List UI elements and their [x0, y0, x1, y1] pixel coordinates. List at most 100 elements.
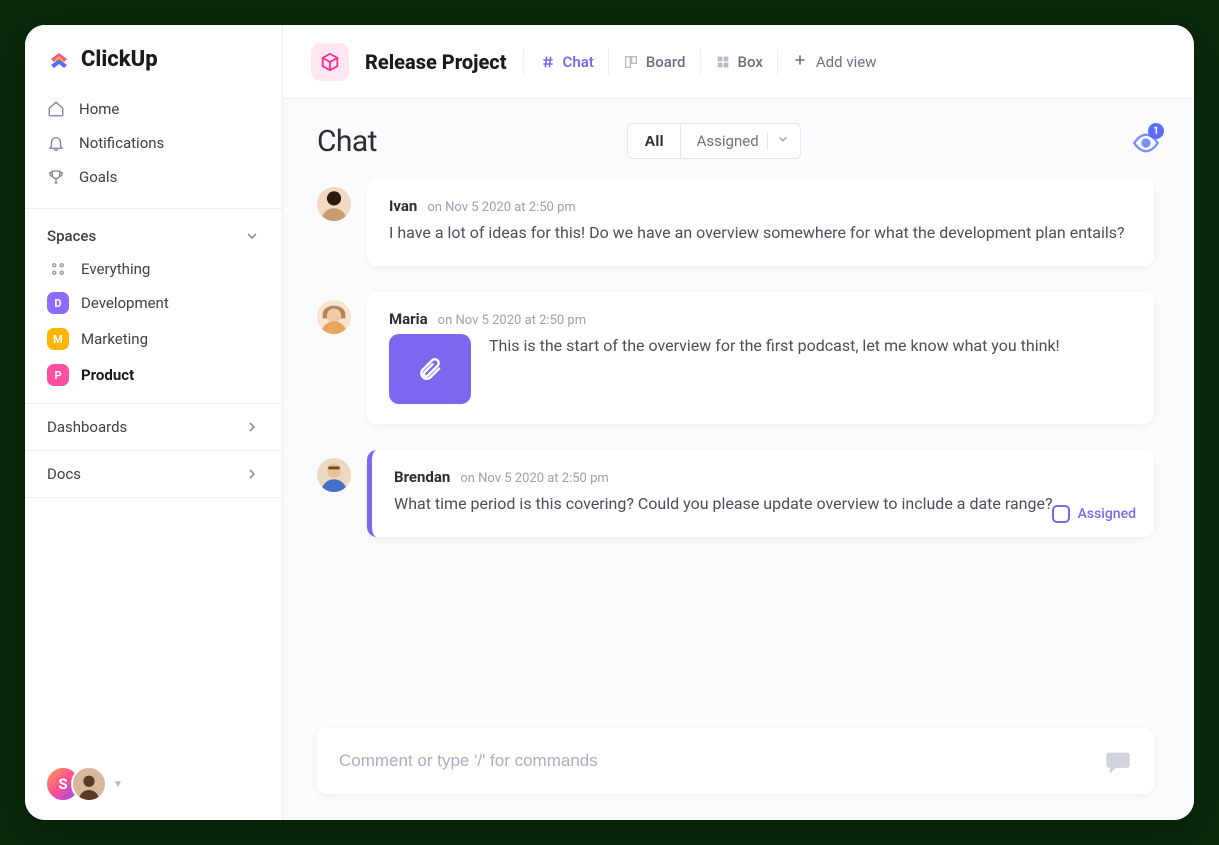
chat-header: Chat All Assigned 1 [283, 99, 1194, 169]
chevron-right-icon [244, 419, 260, 435]
avatar [317, 187, 351, 221]
space-badge: M [47, 328, 69, 350]
nav-docs[interactable]: Docs [25, 450, 282, 498]
clickup-logo-icon [47, 48, 71, 72]
caret-down-icon: ▼ [113, 779, 123, 790]
message-body: What time period is this covering? Could… [394, 492, 1132, 517]
brand-logo[interactable]: ClickUp [25, 25, 282, 90]
app-window: ClickUp Home Notifications Goals [25, 25, 1194, 820]
separator [608, 49, 609, 75]
space-marketing[interactable]: M Marketing [37, 321, 270, 357]
composer[interactable] [317, 728, 1154, 794]
space-everything[interactable]: Everything [37, 253, 270, 285]
nav-label: Goals [79, 168, 117, 186]
message-body-wrap: This is the start of the overview for th… [389, 334, 1132, 404]
project-icon [311, 43, 349, 81]
composer-wrap [283, 710, 1194, 820]
trophy-icon [47, 168, 65, 186]
nav-goals[interactable]: Goals [37, 160, 270, 194]
comment-input[interactable] [339, 751, 1104, 771]
assigned-tag[interactable]: Assigned [1052, 505, 1136, 523]
nav-label: Notifications [79, 134, 164, 152]
user-avatar-photo [71, 766, 107, 802]
view-label: Box [738, 53, 763, 71]
hash-icon [540, 54, 556, 70]
message-timestamp: on Nov 5 2020 at 2:50 pm [460, 471, 608, 486]
message-header: Ivan on Nov 5 2020 at 2:50 pm [389, 197, 1132, 215]
view-tab-chat[interactable]: Chat [540, 53, 594, 71]
filter-group: All Assigned [627, 123, 800, 159]
space-badge: D [47, 292, 69, 314]
message-row: Ivan on Nov 5 2020 at 2:50 pm I have a l… [317, 179, 1154, 266]
message-author: Ivan [389, 197, 417, 215]
add-view-label: Add view [816, 53, 877, 71]
message-header: Maria on Nov 5 2020 at 2:50 pm [389, 310, 1132, 328]
sidebar-footer[interactable]: S ▼ [25, 748, 282, 820]
spaces-header[interactable]: Spaces [37, 223, 270, 253]
chevron-down-icon [776, 132, 790, 150]
chat-bubble-icon[interactable] [1104, 748, 1132, 774]
spaces-section: Spaces Everything D Development M Market… [25, 209, 282, 403]
bottom-nav: Dashboards Docs [25, 403, 282, 498]
separator [523, 49, 524, 75]
space-label: Development [81, 294, 169, 312]
grid-dots-icon [49, 260, 67, 278]
spaces-header-label: Spaces [47, 227, 96, 245]
watchers-count: 1 [1148, 123, 1164, 139]
nav-label: Docs [47, 465, 81, 483]
message-card[interactable]: Brendan on Nov 5 2020 at 2:50 pm What ti… [367, 450, 1154, 537]
avatar [317, 300, 351, 334]
user-avatars[interactable]: S [45, 766, 107, 802]
space-development[interactable]: D Development [37, 285, 270, 321]
brand-name: ClickUp [81, 47, 158, 72]
nav-dashboards[interactable]: Dashboards [25, 403, 282, 450]
box-grid-icon [715, 54, 731, 70]
space-product[interactable]: P Product [37, 357, 270, 393]
topbar: Release Project Chat Board [283, 25, 1194, 99]
watchers-button[interactable]: 1 [1132, 129, 1160, 153]
filter-all[interactable]: All [628, 124, 679, 158]
separator [700, 49, 701, 75]
separator [767, 132, 768, 150]
attachment-tile[interactable] [389, 334, 471, 404]
chevron-right-icon [244, 466, 260, 482]
project-title: Release Project [365, 50, 507, 74]
main-content: Release Project Chat Board [283, 25, 1194, 820]
paperclip-icon [417, 356, 443, 382]
sidebar: ClickUp Home Notifications Goals [25, 25, 283, 820]
view-label: Board [646, 53, 686, 71]
view-tab-board[interactable]: Board [623, 53, 686, 71]
message-author: Maria [389, 310, 428, 328]
message-card[interactable]: Ivan on Nov 5 2020 at 2:50 pm I have a l… [367, 179, 1154, 266]
view-label: Chat [563, 53, 594, 71]
avatar [317, 458, 351, 492]
assigned-label: Assigned [1078, 506, 1136, 522]
space-label: Everything [81, 260, 150, 278]
chevron-down-icon [244, 228, 260, 244]
view-tabs: Chat Board Box [540, 49, 877, 75]
plus-icon [792, 52, 808, 72]
message-row: Brendan on Nov 5 2020 at 2:50 pm What ti… [317, 450, 1154, 537]
message-card[interactable]: Maria on Nov 5 2020 at 2:50 pm This is t… [367, 292, 1154, 424]
nav-notifications[interactable]: Notifications [37, 126, 270, 160]
add-view-button[interactable]: Add view [792, 52, 877, 72]
primary-nav: Home Notifications Goals [25, 90, 282, 208]
chat-title: Chat [317, 124, 377, 159]
message-header: Brendan on Nov 5 2020 at 2:50 pm [394, 468, 1132, 486]
bell-icon [47, 134, 65, 152]
view-tab-box[interactable]: Box [715, 53, 763, 71]
nav-label: Dashboards [47, 418, 127, 436]
nav-home[interactable]: Home [37, 92, 270, 126]
message-body: I have a lot of ideas for this! Do we ha… [389, 221, 1132, 246]
board-icon [623, 54, 639, 70]
nav-label: Home [79, 100, 119, 118]
space-label: Marketing [81, 330, 148, 348]
filter-assigned[interactable]: Assigned [681, 124, 800, 158]
message-row: Maria on Nov 5 2020 at 2:50 pm This is t… [317, 292, 1154, 424]
home-icon [47, 100, 65, 118]
checkbox-icon[interactable] [1052, 505, 1070, 523]
space-label: Product [81, 366, 134, 384]
separator [777, 49, 778, 75]
messages-list: Ivan on Nov 5 2020 at 2:50 pm I have a l… [283, 169, 1194, 557]
message-author: Brendan [394, 468, 450, 486]
